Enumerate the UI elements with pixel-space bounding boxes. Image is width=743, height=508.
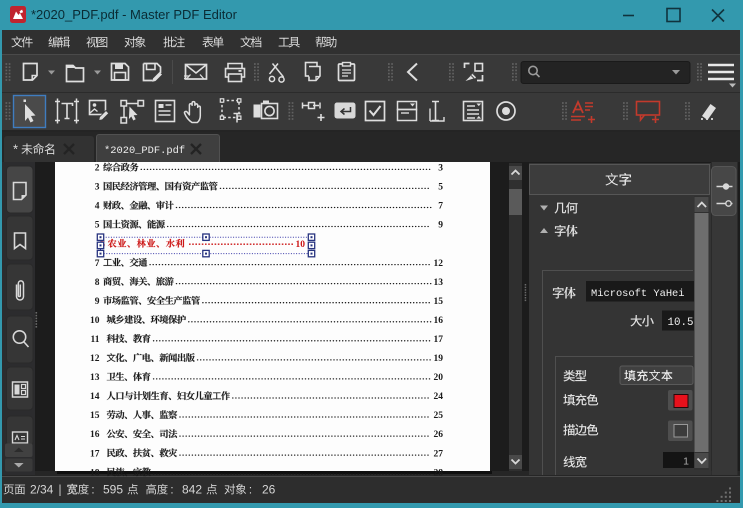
svg-text:26: 26 xyxy=(262,483,276,497)
svg-text:|: | xyxy=(59,485,62,497)
svg-text::: : xyxy=(249,485,252,497)
svg-text::: : xyxy=(170,485,173,497)
svg-text:595: 595 xyxy=(103,483,123,497)
svg-text:842: 842 xyxy=(182,483,202,497)
svg-text::: : xyxy=(91,485,94,497)
svg-text:2/34: 2/34 xyxy=(30,483,54,497)
